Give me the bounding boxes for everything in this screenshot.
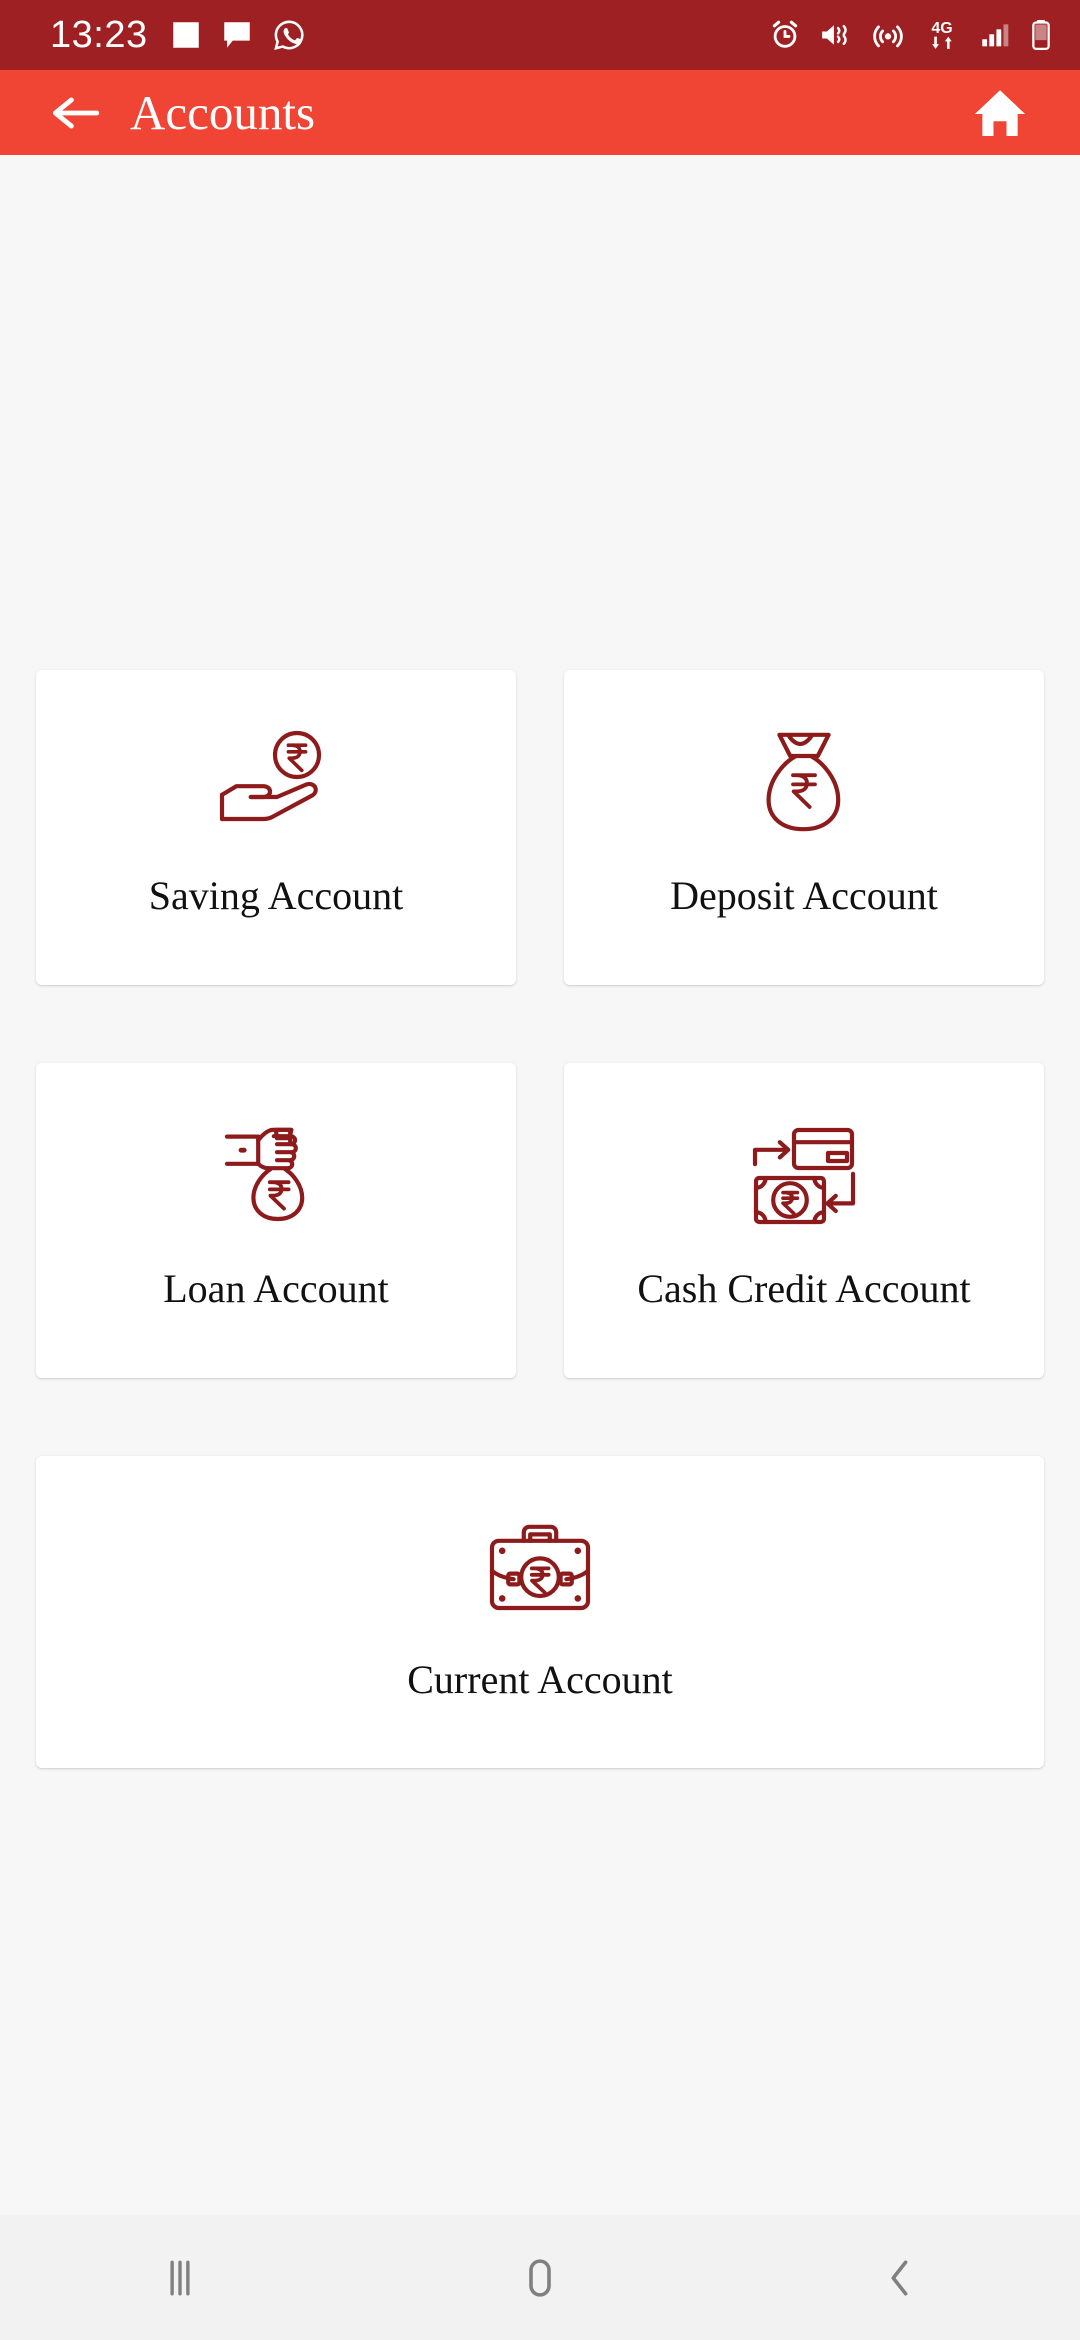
system-navigation-bar bbox=[0, 2215, 1080, 2340]
accounts-grid: Saving Account Deposit Account Loan Acco… bbox=[36, 670, 1044, 1768]
message-icon bbox=[223, 22, 250, 48]
nav-home-icon bbox=[529, 2258, 551, 2297]
account-card-deposit[interactable]: Deposit Account bbox=[564, 670, 1044, 985]
alarm-icon bbox=[772, 20, 798, 48]
accounts-row: Saving Account Deposit Account bbox=[36, 670, 1044, 985]
hand-holding-rupee-coin-icon bbox=[214, 726, 338, 842]
status-bar-right: 4G bbox=[768, 17, 1054, 53]
status-bar: 13:23 4G bbox=[0, 0, 1080, 70]
home-icon bbox=[974, 89, 1026, 136]
home-button-nav[interactable] bbox=[480, 2218, 600, 2338]
nav-back-icon bbox=[891, 2259, 908, 2296]
app-bar: Accounts bbox=[0, 70, 1080, 155]
svg-text:4G: 4G bbox=[931, 20, 952, 37]
status-bar-left: 13:23 bbox=[50, 16, 307, 54]
back-button[interactable] bbox=[46, 82, 108, 144]
recents-icon bbox=[170, 2260, 190, 2295]
content-area: Saving Account Deposit Account Loan Acco… bbox=[0, 155, 1080, 2215]
signal-icon bbox=[982, 24, 1009, 47]
account-card-current[interactable]: Current Account bbox=[36, 1456, 1044, 1768]
status-bar-clock: 13:23 bbox=[50, 14, 148, 56]
back-button-nav[interactable] bbox=[840, 2218, 960, 2338]
whatsapp-icon bbox=[273, 20, 304, 50]
battery-icon bbox=[1032, 19, 1050, 51]
mute-vibrate-icon bbox=[822, 24, 847, 46]
account-card-label: Saving Account bbox=[148, 873, 404, 918]
home-button[interactable] bbox=[968, 81, 1032, 145]
accounts-row: Loan Account Cash Credit Account bbox=[36, 1063, 1044, 1378]
network-4g-icon: 4G bbox=[931, 20, 953, 49]
account-card-label: Cash Credit Account bbox=[637, 1266, 971, 1311]
phone-screen: 13:23 4G Accounts Saving Account Deposit… bbox=[0, 0, 1080, 2340]
account-card-cash-credit[interactable]: Cash Credit Account bbox=[564, 1063, 1044, 1378]
page-title: Accounts bbox=[130, 85, 316, 140]
recents-button[interactable] bbox=[120, 2218, 240, 2338]
account-card-label: Loan Account bbox=[163, 1266, 389, 1311]
account-card-label: Deposit Account bbox=[670, 873, 938, 918]
arrow-left-icon bbox=[52, 97, 100, 128]
briefcase-rupee-icon bbox=[481, 1512, 599, 1628]
money-bag-rupee-icon bbox=[749, 726, 859, 842]
hand-grabbing-money-bag-icon bbox=[217, 1119, 335, 1235]
hotspot-icon bbox=[873, 25, 903, 48]
account-card-loan[interactable]: Loan Account bbox=[36, 1063, 516, 1378]
account-card-saving[interactable]: Saving Account bbox=[36, 670, 516, 985]
account-card-label: Current Account bbox=[407, 1657, 673, 1702]
card-banknote-exchange-icon bbox=[743, 1119, 865, 1235]
gallery-icon bbox=[172, 22, 199, 48]
